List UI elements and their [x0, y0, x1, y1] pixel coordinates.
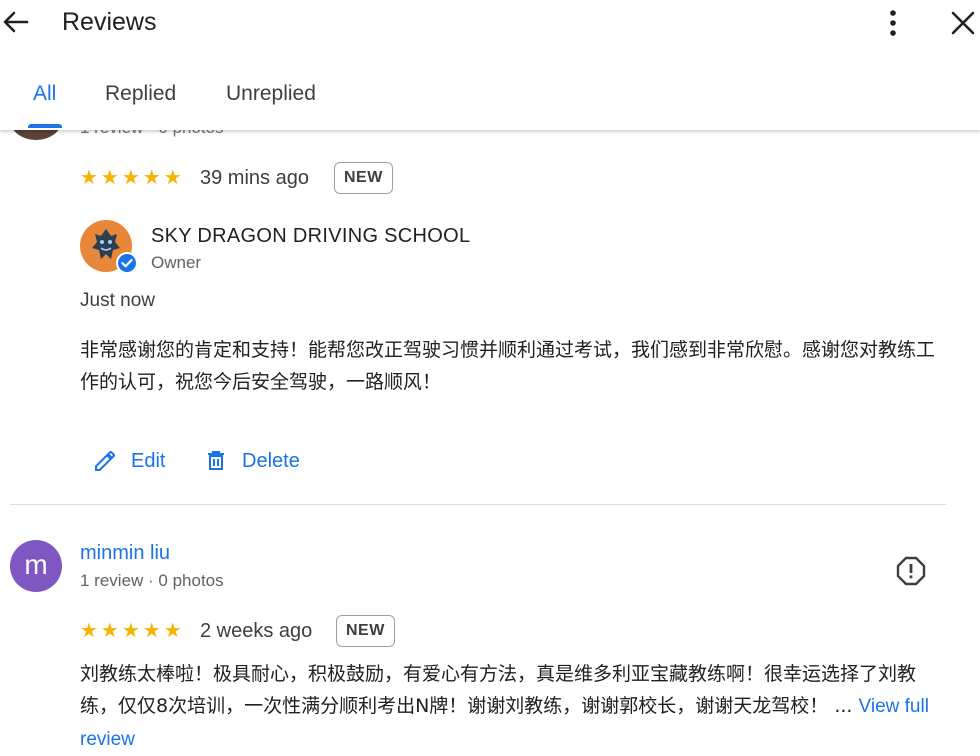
reviewer-name[interactable]: minmin liu: [80, 542, 170, 565]
edit-button[interactable]: Edit: [93, 446, 165, 476]
more-options-icon[interactable]: [880, 8, 906, 38]
tab-replied[interactable]: Replied: [105, 82, 176, 106]
tab-unreplied[interactable]: Unreplied: [226, 82, 316, 106]
owner-role: Owner: [151, 253, 202, 272]
business-logo: [80, 220, 138, 274]
reviewer-avatar[interactable]: m: [10, 540, 62, 592]
page-title: Reviews: [62, 8, 157, 36]
star-rating: ★★★★★: [80, 620, 185, 642]
close-icon[interactable]: [948, 8, 978, 38]
review-body: 刘教练太棒啦！极具耐心，积极鼓励，有爱心有方法，真是维多利亚宝藏教练啊！很幸运选…: [80, 663, 917, 717]
active-tab-indicator: [28, 124, 62, 128]
star-rating: ★★★★★: [80, 167, 185, 189]
edit-label: Edit: [131, 449, 166, 472]
delete-button[interactable]: Delete: [204, 446, 300, 476]
owner-name: SKY DRAGON DRIVING SCHOOL: [151, 225, 471, 247]
app-header: Reviews All Replied Unreplied: [0, 0, 980, 130]
new-badge: NEW: [336, 615, 395, 647]
report-icon[interactable]: [896, 556, 926, 586]
pencil-icon: [95, 451, 115, 471]
reply-time: Just now: [80, 290, 155, 311]
reviewer-meta: 1 review · 0 photos: [80, 571, 224, 590]
back-arrow-icon[interactable]: [0, 6, 32, 38]
trash-icon: [208, 451, 224, 470]
reply-text: 非常感谢您的肯定和支持！能帮您改正驾驶习惯并顺利通过考试，我们感到非常欣慰。感谢…: [80, 339, 936, 393]
verified-badge-icon: [116, 252, 138, 274]
delete-label: Delete: [242, 449, 300, 472]
tab-all[interactable]: All: [33, 82, 56, 106]
review-time: 39 mins ago: [200, 167, 309, 189]
new-badge: NEW: [334, 162, 393, 194]
divider: [10, 504, 946, 505]
review-text: 刘教练太棒啦！极具耐心，积极鼓励，有爱心有方法，真是维多利亚宝藏教练啊！很幸运选…: [80, 658, 950, 756]
review-time: 2 weeks ago: [200, 620, 313, 642]
